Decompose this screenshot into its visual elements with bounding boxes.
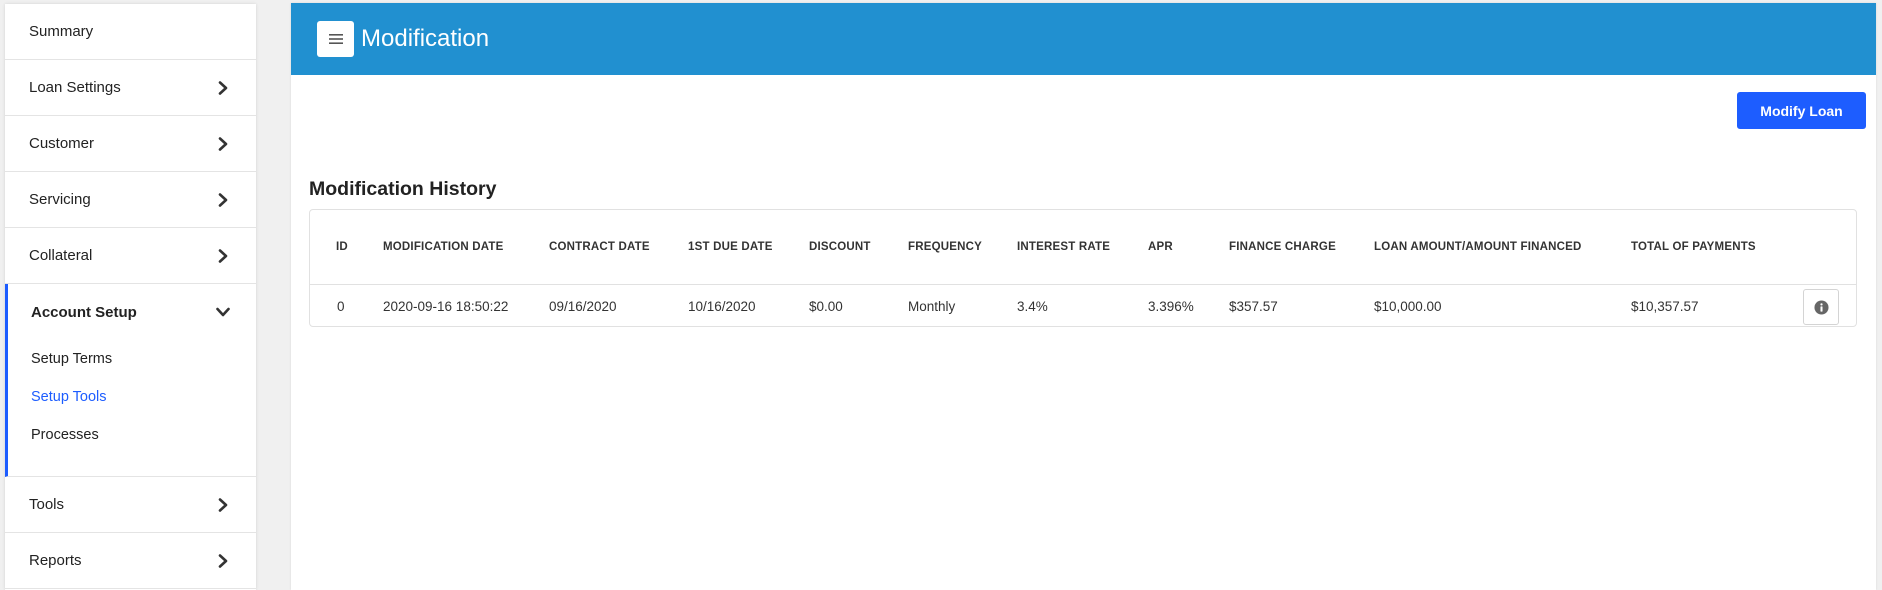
chevron-right-icon: [218, 497, 228, 512]
cell-apr: 3.396%: [1148, 299, 1194, 314]
column-header-first-due-date: 1ST DUE DATE: [688, 241, 773, 253]
cell-first-due-date: 10/16/2020: [688, 299, 756, 314]
page-title: Modification: [361, 25, 490, 52]
hamburger-icon: [328, 34, 343, 44]
sidebar-item-summary[interactable]: Summary: [5, 4, 256, 60]
column-header-finance-charge: FINANCE CHARGE: [1229, 241, 1336, 253]
menu-toggle-button[interactable]: [317, 21, 354, 57]
sidebar-item-label: Reports: [29, 552, 82, 569]
modification-history-table: ID MODIFICATION DATE CONTRACT DATE 1ST D…: [309, 209, 1857, 327]
cell-loan-amount: $10,000.00: [1374, 299, 1442, 314]
sidebar-item-account-setup[interactable]: Account Setup: [8, 284, 256, 340]
cell-frequency: Monthly: [908, 299, 956, 314]
sidebar-subitem-setup-tools[interactable]: Setup Tools: [8, 378, 256, 416]
chevron-right-icon: [218, 248, 228, 263]
cell-id: 0: [337, 299, 345, 314]
column-header-contract-date: CONTRACT DATE: [549, 241, 650, 253]
sidebar: Summary Loan Settings Customer Servicing…: [5, 4, 256, 590]
info-icon: [1813, 299, 1829, 315]
cell-modification-date: 2020-09-16 18:50:22: [383, 299, 509, 314]
cell-interest-rate: 3.4%: [1017, 299, 1048, 314]
chevron-down-icon: [216, 307, 230, 317]
table-row: 0 2020-09-16 18:50:22 09/16/2020 10/16/2…: [310, 284, 1856, 327]
sidebar-subitem-setup-terms[interactable]: Setup Terms: [8, 340, 256, 378]
sidebar-item-tools[interactable]: Tools: [5, 477, 256, 533]
sidebar-item-label: Account Setup: [31, 303, 137, 321]
column-header-id: ID: [336, 241, 348, 253]
sidebar-item-label: Customer: [29, 135, 95, 152]
sidebar-item-label: Servicing: [29, 191, 91, 208]
column-header-interest-rate: INTEREST RATE: [1017, 241, 1111, 253]
sidebar-item-label: Collateral: [29, 247, 93, 264]
section-title: Modification History: [309, 178, 497, 200]
cell-total-of-payments: $10,357.57: [1631, 299, 1699, 314]
table-header: ID MODIFICATION DATE CONTRACT DATE 1ST D…: [310, 210, 1856, 285]
sidebar-item-servicing[interactable]: Servicing: [5, 172, 256, 228]
sidebar-item-customer[interactable]: Customer: [5, 116, 256, 172]
column-header-total-of-payments: TOTAL OF PAYMENTS: [1631, 241, 1756, 253]
sidebar-item-loan-settings[interactable]: Loan Settings: [5, 60, 256, 116]
sidebar-item-label: Summary: [29, 23, 94, 40]
chevron-right-icon: [218, 136, 228, 151]
chevron-right-icon: [218, 553, 228, 568]
main-panel: Modification Modify Loan Modification Hi…: [291, 3, 1876, 590]
chevron-right-icon: [218, 80, 228, 95]
column-header-frequency: FREQUENCY: [908, 241, 983, 253]
sidebar-item-collateral[interactable]: Collateral: [5, 228, 256, 284]
cell-finance-charge: $357.57: [1229, 299, 1278, 314]
sidebar-item-label: Tools: [29, 496, 65, 513]
sidebar-item-reports[interactable]: Reports: [5, 533, 256, 589]
sidebar-group-account-setup: Account Setup Setup Terms Setup Tools Pr…: [5, 284, 256, 477]
cell-contract-date: 09/16/2020: [549, 299, 617, 314]
page-header: Modification: [291, 3, 1876, 75]
sidebar-subitem-processes[interactable]: Processes: [8, 416, 256, 454]
modify-loan-button[interactable]: Modify Loan: [1737, 92, 1866, 129]
column-header-apr: APR: [1148, 241, 1173, 253]
chevron-right-icon: [218, 192, 228, 207]
column-header-loan-amount: LOAN AMOUNT/AMOUNT FINANCED: [1374, 241, 1582, 253]
cell-discount: $0.00: [809, 299, 843, 314]
sidebar-item-label: Loan Settings: [29, 79, 121, 96]
column-header-modification-date: MODIFICATION DATE: [383, 241, 504, 253]
column-header-discount: DISCOUNT: [809, 241, 871, 253]
row-info-button[interactable]: [1803, 289, 1839, 325]
